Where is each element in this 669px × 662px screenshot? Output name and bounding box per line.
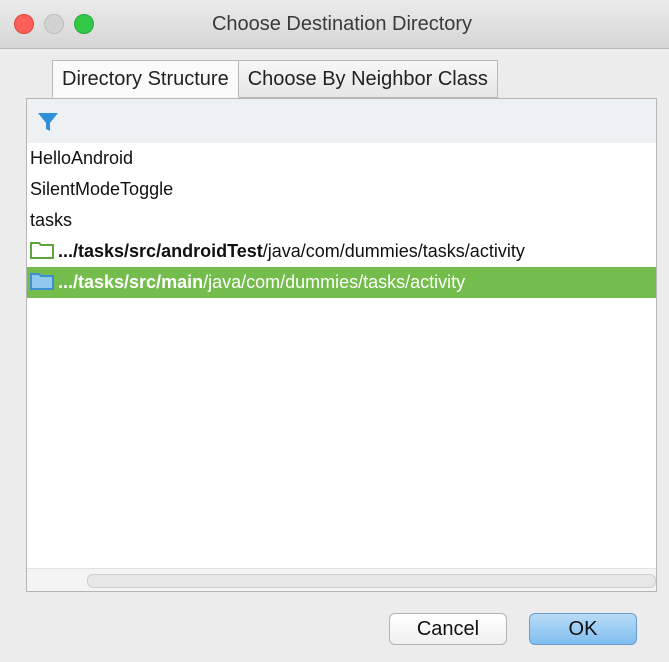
tree-item-tasks[interactable]: tasks [27,205,656,236]
tree-item-helloandroid[interactable]: HelloAndroid [27,143,656,174]
tree-item-path-suffix: /java/com/dummies/tasks/activity [203,272,466,292]
folder-icon [30,242,54,260]
tree-item-label: HelloAndroid [30,148,134,168]
folder-icon [30,273,54,291]
tree-item-path-prefix: .../tasks/src/main [58,272,204,292]
scrollbar-thumb[interactable] [87,574,656,588]
ok-button[interactable]: OK [529,613,637,645]
tree-item-path-prefix: .../tasks/src/androidTest [58,241,263,261]
tab-bar: Directory Structure Choose By Neighbor C… [52,60,498,98]
tree-item-label: tasks [30,210,73,230]
panel-toolbar [27,99,656,143]
tab-directory-structure[interactable]: Directory Structure [52,60,239,98]
filter-icon[interactable] [36,110,60,134]
tree-item-androidtest-activity[interactable]: .../tasks/src/androidTest/java/com/dummi… [27,236,656,267]
tree-item-main-activity[interactable]: .../tasks/src/main/java/com/dummies/task… [27,267,656,298]
tab-choose-by-neighbor-class[interactable]: Choose By Neighbor Class [238,60,498,98]
title-bar: Choose Destination Directory [0,0,669,49]
window-title: Choose Destination Directory [211,13,473,35]
cancel-button[interactable]: Cancel [389,613,507,645]
tree-item-path-suffix: /java/com/dummies/tasks/activity [262,241,525,261]
tree-item-silentmodetoggle[interactable]: SilentModeToggle [27,174,656,205]
directory-panel: HelloAndroid SilentModeToggle tasks .../… [26,98,657,592]
horizontal-scrollbar[interactable] [27,568,656,591]
directory-tree: HelloAndroid SilentModeToggle tasks .../… [27,143,656,298]
tree-item-label: SilentModeToggle [30,179,174,199]
